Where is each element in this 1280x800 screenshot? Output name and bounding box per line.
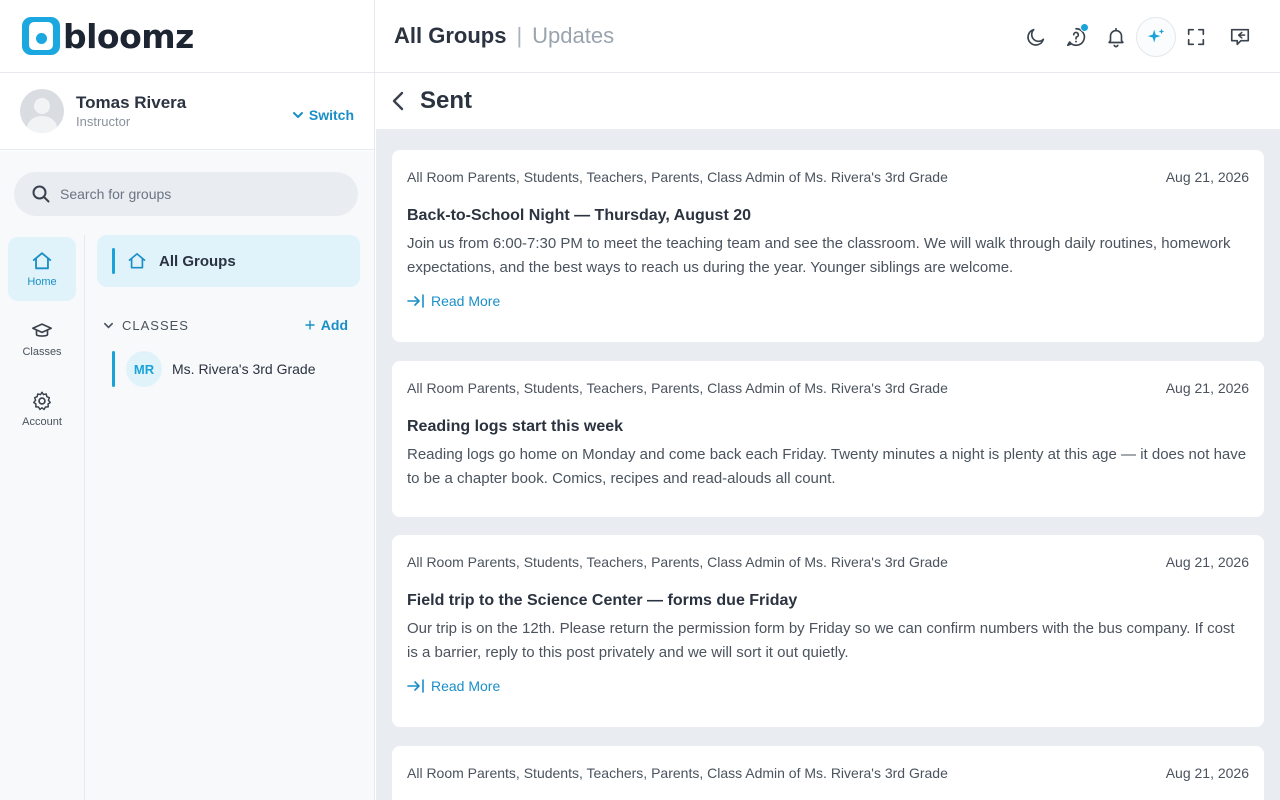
nav-classes-label: Classes — [22, 346, 62, 358]
group-search[interactable] — [14, 172, 358, 216]
post-title: Reading logs start this week — [407, 418, 624, 435]
brand-name: bloomz — [63, 16, 194, 56]
plus-icon — [305, 320, 315, 330]
switch-label: Switch — [308, 107, 354, 123]
fullscreen-button[interactable] — [1176, 17, 1216, 57]
post-body: Our trip is on the 12th. Please return t… — [407, 620, 1235, 661]
add-class-button[interactable]: Add — [305, 317, 348, 333]
top-actions — [1016, 0, 1280, 73]
search-icon — [32, 185, 50, 203]
chevron-down-icon — [292, 112, 303, 118]
post-meta: All Room Parents, Students, Teachers, Pa… — [407, 535, 1249, 570]
post-audience: All Room Parents, Students, Teachers, Pa… — [407, 554, 948, 570]
nav-home-label: Home — [27, 276, 57, 288]
nav-rail: Home Classes Account — [0, 235, 85, 800]
sparkle-icon — [1147, 28, 1165, 42]
class-item[interactable]: MR Ms. Rivera's 3rd Grade — [97, 351, 360, 387]
add-label: Add — [320, 317, 348, 333]
collapse-panel-button[interactable] — [1220, 17, 1260, 57]
page-header: Sent — [376, 73, 1280, 129]
post-date: Aug 21, 2026 — [1165, 765, 1249, 781]
post-date: Aug 21, 2026 — [1165, 169, 1249, 185]
breadcrumb-separator: | — [516, 23, 523, 48]
user-profile: Tomas Rivera Instructor Switch — [0, 73, 374, 150]
class-initials-badge: MR — [126, 351, 162, 387]
read-more-label: Read More — [431, 293, 501, 309]
post-audience: All Room Parents, Students, Teachers, Pa… — [407, 765, 948, 781]
gear-icon — [33, 391, 51, 411]
graduation-cap-icon — [32, 323, 52, 337]
breadcrumb-all-groups[interactable]: All Groups — [394, 23, 506, 49]
all-groups-label: All Groups — [159, 252, 236, 270]
breadcrumb: All Groups | Updates — [394, 23, 614, 49]
post-meta: All Room Parents, Students, Teachers, Pa… — [407, 150, 1249, 185]
read-more-link[interactable]: Read More — [407, 293, 1249, 309]
fullscreen-icon — [1187, 28, 1205, 45]
help-button[interactable] — [1056, 17, 1096, 57]
expand-arrow-icon — [407, 679, 424, 693]
classes-section-header: CLASSES Add — [97, 317, 360, 333]
nav-account-label: Account — [22, 416, 62, 428]
post-body: Join us from 6:00-7:30 PM to meet the te… — [407, 235, 1231, 276]
user-role: Instructor — [76, 114, 131, 129]
bell-icon — [1108, 27, 1124, 47]
post-audience: All Room Parents, Students, Teachers, Pa… — [407, 380, 948, 396]
nav-classes[interactable]: Classes — [8, 307, 76, 371]
home-icon — [32, 252, 52, 270]
top-bar: All Groups | Updates — [375, 0, 1280, 73]
search-input[interactable] — [60, 186, 340, 202]
post-date: Aug 21, 2026 — [1165, 554, 1249, 570]
sidebar-lower: Home Classes Account All Groups CLASSES — [0, 151, 374, 800]
all-groups-item[interactable]: All Groups — [97, 235, 360, 287]
user-name: Tomas Rivera — [76, 93, 187, 112]
post-meta: All Room Parents, Students, Teachers, Pa… — [407, 746, 1249, 781]
classes-heading: CLASSES — [122, 317, 189, 333]
ai-assistant-button[interactable] — [1136, 16, 1176, 57]
collapse-panel-icon — [1230, 28, 1250, 45]
post-body: Reading logs go home on Monday and come … — [407, 446, 1247, 487]
notifications-button[interactable] — [1096, 17, 1136, 57]
chevron-down-icon[interactable] — [103, 320, 114, 331]
post-audience: All Room Parents, Students, Teachers, Pa… — [407, 169, 948, 185]
post-meta: All Room Parents, Students, Teachers, Pa… — [407, 361, 1249, 396]
read-more-link[interactable]: Read More — [407, 678, 1249, 694]
nav-home[interactable]: Home — [8, 237, 76, 301]
bloomz-logo-icon — [22, 17, 60, 55]
page-title: Sent — [420, 87, 473, 114]
post-card[interactable]: All Room Parents, Students, Teachers, Pa… — [392, 150, 1264, 342]
post-card[interactable]: All Room Parents, Students, Teachers, Pa… — [392, 746, 1264, 800]
dark-mode-button[interactable] — [1016, 17, 1056, 57]
post-title: Back-to-School Night — Thursday, August … — [407, 207, 752, 224]
moon-icon — [1027, 28, 1045, 46]
breadcrumb-updates: Updates — [532, 23, 615, 48]
post-card[interactable]: All Room Parents, Students, Teachers, Pa… — [392, 361, 1264, 517]
switch-button[interactable]: Switch — [292, 107, 354, 123]
class-name: Ms. Rivera's 3rd Grade — [172, 361, 316, 377]
post-title: Field trip to the Science Center — forms… — [407, 592, 798, 609]
left-panel: bloomz Tomas Rivera Instructor Switch Ho… — [0, 0, 375, 800]
read-more-label: Read More — [431, 678, 501, 694]
main-content: Sent All Room Parents, Students, Teacher… — [376, 73, 1280, 800]
group-list: All Groups CLASSES Add MR Ms. Rivera's 3… — [97, 235, 360, 387]
home-icon — [128, 253, 146, 269]
nav-account[interactable]: Account — [8, 377, 76, 441]
avatar[interactable] — [20, 89, 64, 133]
expand-arrow-icon — [407, 294, 424, 308]
back-arrow-icon[interactable] — [390, 90, 406, 112]
notification-dot — [1080, 22, 1089, 32]
logo[interactable]: bloomz — [0, 0, 374, 73]
post-card[interactable]: All Room Parents, Students, Teachers, Pa… — [392, 535, 1264, 727]
post-date: Aug 21, 2026 — [1165, 380, 1249, 396]
